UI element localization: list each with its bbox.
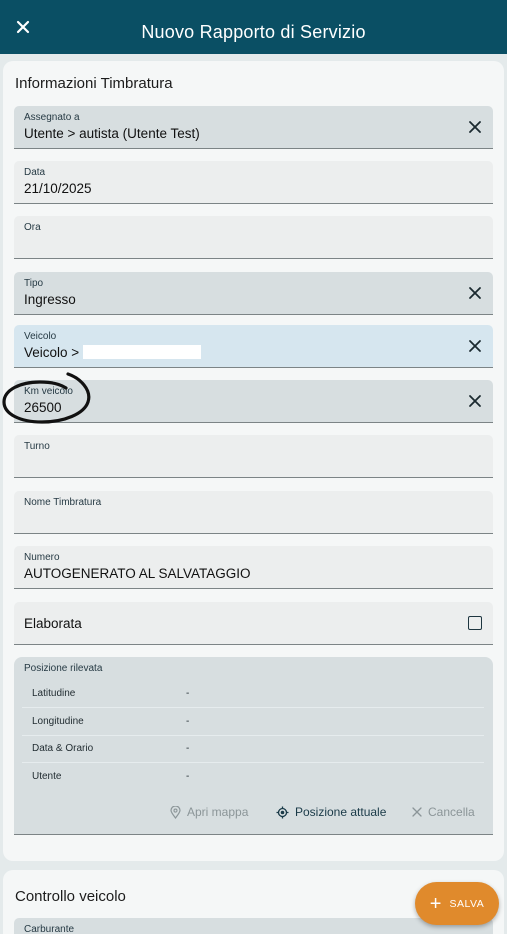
- numero-value: AUTOGENERATO AL SALVATAGGIO: [24, 566, 251, 581]
- position-row: Longitudine -: [22, 708, 484, 736]
- position-row: Latitudine -: [22, 680, 484, 708]
- position-key: Latitudine: [32, 688, 76, 699]
- carburante-field[interactable]: Carburante: [14, 918, 493, 934]
- km-value: 26500: [24, 400, 62, 415]
- posizione-attuale-label: Posizione attuale: [295, 805, 387, 819]
- clear-icon[interactable]: [467, 338, 483, 354]
- tipo-label: Tipo: [24, 278, 44, 289]
- cancella-button[interactable]: Cancella: [412, 805, 475, 819]
- redacted-block: [83, 345, 202, 359]
- veicolo-field[interactable]: Veicolo Veicolo >: [14, 325, 493, 368]
- apri-mappa-button[interactable]: Apri mappa: [170, 805, 248, 819]
- veicolo-value: Veicolo >: [24, 345, 202, 360]
- numero-field[interactable]: Numero AUTOGENERATO AL SALVATAGGIO: [14, 546, 493, 589]
- km-label: Km veicolo: [24, 386, 73, 397]
- clear-icon: [412, 807, 422, 817]
- veicolo-value-text: Veicolo >: [24, 345, 80, 360]
- position-value: -: [186, 771, 190, 782]
- save-label: SALVA: [449, 897, 485, 910]
- numero-label: Numero: [24, 552, 60, 563]
- position-actions: Apri mappa Posizione attuale Cancella: [14, 805, 493, 821]
- clear-icon[interactable]: [467, 285, 483, 301]
- elaborata-field[interactable]: Elaborata: [14, 602, 493, 645]
- page-title: Nuovo Rapporto di Servizio: [141, 22, 366, 42]
- tipo-value: Ingresso: [24, 292, 76, 307]
- map-pin-icon: [170, 805, 181, 819]
- data-value: 21/10/2025: [24, 181, 92, 196]
- posizione-title: Posizione rilevata: [24, 663, 103, 674]
- cancella-label: Cancella: [428, 805, 475, 819]
- elaborata-checkbox[interactable]: [468, 616, 482, 630]
- plus-icon: +: [429, 892, 442, 915]
- km-veicolo-field[interactable]: Km veicolo 26500: [14, 380, 493, 423]
- nome-label: Nome Timbratura: [24, 497, 102, 508]
- clear-icon[interactable]: [467, 119, 483, 135]
- tipo-field[interactable]: Tipo Ingresso: [14, 272, 493, 315]
- carburante-label: Carburante: [24, 924, 75, 934]
- turno-field[interactable]: Turno: [14, 435, 493, 478]
- position-row: Utente -: [22, 763, 484, 791]
- timbratura-card: Informazioni Timbratura Assegnato a Uten…: [3, 61, 504, 861]
- elaborata-label: Elaborata: [24, 616, 82, 631]
- position-row: Data & Orario -: [22, 735, 484, 763]
- assegnato-value: Utente > autista (Utente Test): [24, 126, 200, 141]
- data-field[interactable]: Data 21/10/2025: [14, 161, 493, 204]
- veicolo-label: Veicolo: [24, 331, 57, 342]
- clear-icon[interactable]: [467, 393, 483, 409]
- turno-label: Turno: [24, 441, 50, 452]
- ora-label: Ora: [24, 222, 41, 233]
- crosshair-icon: [276, 806, 289, 818]
- position-key: Utente: [32, 771, 62, 782]
- position-value: -: [186, 716, 190, 727]
- posizione-panel: Posizione rilevata Latitudine - Longitud…: [14, 657, 493, 835]
- save-button[interactable]: + SALVA: [415, 882, 499, 925]
- position-key: Longitudine: [32, 716, 84, 727]
- section-title-timbratura: Informazioni Timbratura: [15, 75, 173, 92]
- section-title-controllo: Controllo veicolo: [15, 888, 126, 905]
- data-label: Data: [24, 167, 46, 178]
- position-key: Data & Orario: [32, 743, 94, 754]
- assegnato-label: Assegnato a: [24, 112, 80, 123]
- apri-mappa-label: Apri mappa: [187, 805, 249, 819]
- position-value: -: [186, 688, 190, 699]
- ora-field[interactable]: Ora: [14, 216, 493, 259]
- position-value: -: [186, 743, 190, 754]
- posizione-attuale-button[interactable]: Posizione attuale: [276, 805, 386, 819]
- nome-timbratura-field[interactable]: Nome Timbratura: [14, 491, 493, 534]
- assegnato-field[interactable]: Assegnato a Utente > autista (Utente Tes…: [14, 106, 493, 149]
- app-bar: Nuovo Rapporto di Servizio: [0, 0, 507, 54]
